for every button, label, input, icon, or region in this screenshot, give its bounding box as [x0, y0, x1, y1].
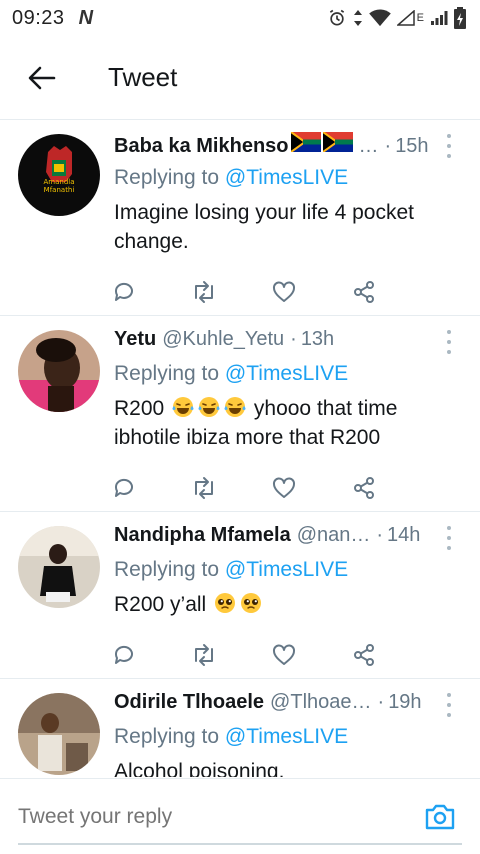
display-name[interactable]: Yetu: [114, 328, 156, 351]
camera-icon: [425, 804, 455, 829]
share-button[interactable]: [344, 635, 384, 675]
tears-of-joy-emoji-icon: [198, 397, 220, 417]
retweet-button[interactable]: [184, 468, 224, 508]
data-transfer-icon: [353, 10, 362, 26]
mention-link[interactable]: @TimesLIVE: [225, 362, 348, 385]
signal-icon: [431, 11, 448, 25]
svg-text:Amandla: Amandla: [43, 178, 74, 186]
mention-link[interactable]: @TimesLIVE: [225, 725, 348, 748]
avatar[interactable]: [18, 330, 100, 412]
tears-of-joy-emoji-icon: [172, 397, 194, 417]
heart-icon: [273, 281, 295, 302]
share-icon: [354, 477, 374, 499]
more-options-icon[interactable]: [440, 526, 458, 550]
pleading-face-emoji-icon: [215, 593, 236, 613]
replying-to: Replying to @TimesLIVE: [114, 166, 349, 189]
replying-to: Replying to @TimesLIVE: [114, 725, 349, 748]
share-icon: [354, 281, 374, 303]
meta-separator: ·: [290, 328, 297, 350]
reply-tweet[interactable]: Odirile Tlhoaele @Tlhoae… · 19h Replying…: [0, 679, 480, 777]
reply-icon: [114, 282, 133, 301]
display-name[interactable]: Nandipha Mfamela: [114, 524, 291, 547]
tweet-text: Imagine losing your life 4 pocket change…: [114, 201, 414, 253]
input-underline: [18, 843, 462, 845]
tweet-time[interactable]: 14h: [387, 524, 420, 547]
heart-icon: [273, 477, 295, 498]
avatar[interactable]: Amandla Mfanathi: [18, 134, 100, 216]
retweet-button[interactable]: [184, 272, 224, 312]
reply-button[interactable]: [104, 468, 144, 508]
retweet-icon: [195, 477, 213, 499]
reply-icon: [114, 645, 133, 664]
display-name[interactable]: Baba ka Mikhenso: [114, 135, 289, 158]
more-options-icon[interactable]: [440, 693, 458, 717]
more-options-icon[interactable]: [440, 330, 458, 354]
meta-separator: ·: [384, 135, 392, 157]
page-title: Tweet: [108, 62, 178, 92]
handle[interactable]: @nan…: [297, 524, 371, 547]
replying-to: Replying to @TimesLIVE: [114, 558, 349, 581]
like-button[interactable]: [264, 635, 304, 675]
display-name[interactable]: Odirile Tlhoaele: [114, 691, 264, 714]
mention-link[interactable]: @TimesLIVE: [225, 558, 348, 581]
reply-tweet[interactable]: Amandla Mfanathi Baba ka Mikhenso … · 15…: [0, 120, 480, 316]
reply-tweet[interactable]: Nandipha Mfamela @nan… · 14h Replying to…: [0, 512, 480, 679]
avatar[interactable]: [18, 693, 100, 775]
pleading-face-emoji-icon: [241, 593, 262, 613]
meta-separator: ·: [376, 524, 384, 546]
reply-input[interactable]: [18, 794, 418, 839]
heart-icon: [273, 644, 295, 665]
retweet-icon: [195, 281, 213, 303]
handle: …: [358, 135, 379, 157]
retweet-icon: [195, 644, 213, 666]
share-button[interactable]: [344, 468, 384, 508]
share-icon: [354, 644, 374, 666]
battery-icon: [454, 7, 466, 29]
arrow-left-icon: [28, 66, 56, 89]
status-time: 09:23: [12, 6, 65, 29]
like-button[interactable]: [264, 468, 304, 508]
meta-separator: ·: [377, 691, 385, 713]
wifi-icon: [368, 9, 391, 27]
reply-icon: [114, 478, 133, 497]
top-app-bar: Tweet: [0, 36, 480, 120]
avatar[interactable]: [18, 526, 100, 608]
like-button[interactable]: [264, 272, 304, 312]
reply-tweet[interactable]: Yetu @Kuhle_Yetu · 13h Replying to @Time…: [0, 316, 480, 512]
south-africa-flag-icon: [290, 132, 321, 152]
tweet-text: R200 y’all: [114, 590, 462, 619]
tweet-time[interactable]: 15h: [395, 135, 428, 158]
more-options-icon[interactable]: [440, 134, 458, 158]
status-bar: 09:23 N E: [0, 0, 480, 36]
reply-button[interactable]: [104, 272, 144, 312]
tweet-text: Alcohol poisoning.: [114, 760, 285, 777]
retweet-button[interactable]: [184, 635, 224, 675]
svg-text:Mfanathi: Mfanathi: [44, 186, 75, 194]
camera-button[interactable]: [418, 795, 462, 839]
alarm-icon: [329, 9, 344, 26]
replying-to: Replying to @TimesLIVE: [114, 362, 349, 385]
replies-feed[interactable]: Amandla Mfanathi Baba ka Mikhenso … · 15…: [0, 120, 480, 777]
mention-link[interactable]: @TimesLIVE: [225, 166, 348, 189]
reply-button[interactable]: [104, 635, 144, 675]
south-africa-flag-icon: [322, 132, 353, 152]
signal-empty-icon: [396, 10, 415, 26]
reply-composer: [0, 778, 480, 854]
network-type: E: [416, 12, 424, 24]
tweet-time[interactable]: 19h: [388, 691, 421, 714]
handle[interactable]: @Tlhoae…: [270, 691, 371, 714]
tweet-time[interactable]: 13h: [301, 328, 334, 351]
back-button[interactable]: [12, 48, 72, 108]
app-notification-icon: N: [78, 6, 94, 29]
tears-of-joy-emoji-icon: [224, 397, 246, 417]
share-button[interactable]: [344, 272, 384, 312]
handle[interactable]: @Kuhle_Yetu: [162, 328, 284, 351]
tweet-text: R200 yhooo that time ibhotile ibiza more…: [114, 397, 398, 449]
